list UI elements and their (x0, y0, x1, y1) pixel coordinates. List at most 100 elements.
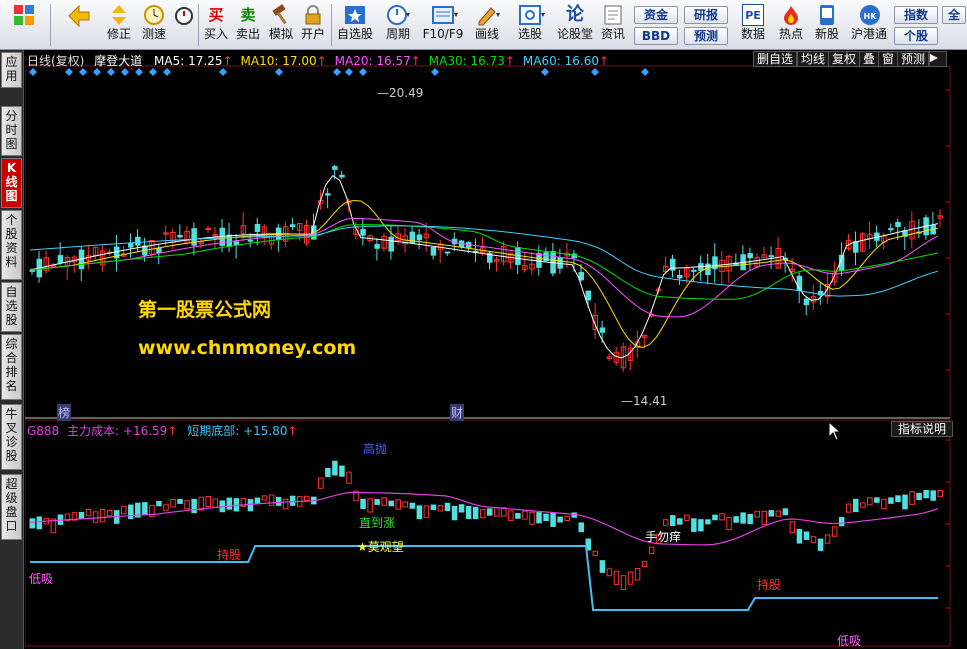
candle-body (374, 244, 380, 249)
indicator-candle (339, 465, 345, 477)
indicator-candle (831, 526, 838, 537)
buy-button[interactable]: 买 买入 (201, 2, 231, 48)
ma-legend-item: MA5: 17.25↑ (154, 54, 233, 68)
f10-button[interactable]: F10/F9 (420, 2, 466, 48)
ma-button[interactable]: 均线 (797, 51, 830, 67)
candle-body (247, 239, 254, 242)
app-grid-button[interactable] (2, 2, 46, 48)
period-label: 日线(复权) (27, 54, 85, 68)
indicator-candle (796, 528, 803, 544)
single-stock-button[interactable]: 个股 (894, 27, 938, 45)
candle-body (747, 253, 753, 259)
new-stock-button[interactable]: 新股 (810, 2, 844, 48)
data-button[interactable]: PE 数据 (736, 2, 770, 48)
timer-button[interactable] (172, 2, 196, 48)
marker-cai[interactable]: 财 (450, 404, 465, 421)
window-button[interactable]: 窗 (878, 51, 899, 67)
speed-test-button[interactable]: 测速 (137, 2, 171, 48)
event-diamond (149, 68, 157, 76)
stock-pick-button[interactable]: 选股 (508, 2, 552, 48)
indicator-candle (374, 499, 380, 505)
ma-legend: MA5: 17.25↑ MA10: 17.00↑ MA20: 16.57↑ MA30:… (146, 54, 609, 68)
hk-icon: HK (858, 4, 880, 26)
tab-ranking[interactable]: 综合排名 (1, 334, 22, 400)
tab-kline[interactable]: K线图 (1, 158, 22, 208)
tab-diagnosis[interactable]: 牛叉诊股 (1, 404, 22, 470)
forum-button[interactable]: 论 论股堂 (556, 2, 594, 48)
period-clock-icon (387, 4, 410, 26)
research-report-button[interactable]: 研报 (684, 6, 728, 24)
tab-stock-profile[interactable]: 个股资料 (1, 210, 22, 280)
forecast-button[interactable]: 预测 (684, 27, 728, 45)
indicator-candle (325, 467, 331, 478)
open-account-button[interactable]: 开户 (298, 2, 328, 48)
remove-watchlist-button[interactable]: 删自选 (753, 51, 798, 67)
indicator-candle (254, 497, 261, 505)
event-diamond (219, 68, 227, 76)
indicator-candle (451, 505, 458, 521)
event-diamond (431, 68, 439, 76)
indicator-candle (881, 498, 887, 510)
sell-icon: 卖 (240, 6, 256, 24)
tab-apps[interactable]: 应用 (1, 52, 22, 88)
news-button[interactable]: 资讯 (596, 2, 630, 48)
indicator-candle (226, 497, 233, 510)
indicator-candle (423, 505, 430, 518)
fund-button[interactable]: 资金 (634, 6, 678, 24)
back-button[interactable] (56, 2, 100, 48)
candle-body (135, 236, 141, 246)
indicator-candle (648, 546, 655, 555)
annotation-hold-1: 持股 (217, 548, 242, 562)
indicator-candle (170, 498, 176, 508)
overlay-button[interactable]: 叠 (859, 51, 880, 67)
annotation-high-sell: 高抛 (363, 442, 388, 456)
indicator-help-button[interactable]: 指标说明 (891, 421, 953, 437)
adjust-button[interactable]: 复权 (828, 51, 861, 67)
indicator-candle (416, 505, 423, 520)
indicator-candle (515, 512, 521, 519)
index-button[interactable]: 指数 (894, 6, 938, 24)
indicator-candle (726, 517, 732, 531)
ma-legend-item: MA10: 17.00↑ (240, 54, 327, 68)
event-diamond (79, 68, 87, 76)
bbd-button[interactable]: BBD (634, 27, 678, 45)
candle-body (803, 298, 810, 306)
indicator-candle (472, 506, 479, 520)
tab-intraday[interactable]: 分时图 (1, 106, 22, 156)
lock-icon (302, 4, 324, 26)
tab-super-order-book[interactable]: 超级盘口 (1, 474, 22, 540)
indicator-candle (754, 510, 760, 518)
kline-chart-panel[interactable]: 日线(复权) 摩登大道 MA5: 17.25↑ MA10: 17.00↑ MA20:… (25, 50, 967, 649)
period-button[interactable]: 周期 (378, 2, 418, 48)
watermark-title: 第一股票公式网 (138, 299, 272, 321)
indicator-candle (395, 499, 401, 510)
indicator-candle (641, 560, 648, 568)
tab-watchlist[interactable]: 自选股 (1, 282, 22, 332)
draw-line-button[interactable]: 画线 (468, 2, 506, 48)
predict-button[interactable]: 预测 (897, 51, 930, 67)
marker-bang[interactable]: 榜 (57, 404, 72, 421)
sell-button[interactable]: 卖 卖出 (233, 2, 263, 48)
simulate-button[interactable]: 模拟 (265, 2, 297, 48)
indicator-candle (458, 504, 465, 513)
indicator-candle (360, 498, 366, 510)
indicator-candle (121, 505, 127, 515)
indicator-candle (606, 568, 613, 577)
menu-arrow-icon (930, 54, 938, 62)
event-diamond (345, 68, 353, 76)
hot-button[interactable]: 热点 (774, 2, 808, 48)
chart-menu-button[interactable] (929, 51, 947, 67)
annotation-straight-up: 直到涨 (359, 516, 396, 530)
watchlist-button[interactable]: 自选股 (334, 2, 376, 48)
candle-body (128, 242, 134, 248)
event-diamond (135, 68, 143, 76)
side-tab-bar: 应用 分时图 K线图 个股资料 自选股 综合排名 牛叉诊股 超级盘口 (0, 50, 24, 649)
hk-connect-button[interactable]: HK 沪港通 (846, 2, 892, 48)
candle-body (888, 228, 894, 231)
indicator-candle (247, 499, 254, 512)
stock-name: 摩登大道 (94, 54, 143, 68)
fix-button[interactable]: 修正 (102, 2, 136, 48)
all-button[interactable]: 全 (942, 6, 966, 24)
candle-body (444, 251, 451, 254)
indicator-candle (367, 498, 373, 513)
